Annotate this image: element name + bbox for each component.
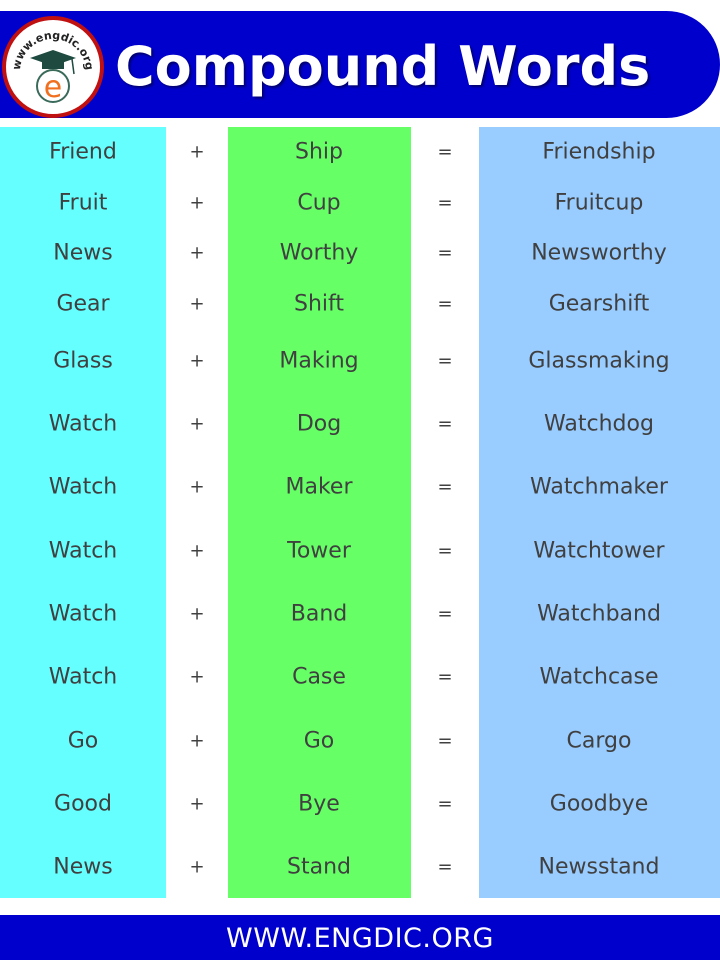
equals-sign: = (437, 413, 453, 435)
plus-sign: + (189, 350, 205, 372)
first-word: Watch (48, 664, 118, 690)
graduation-cap-icon: www.engdic.org e (10, 29, 96, 105)
plus-sign: + (189, 540, 205, 562)
first-word: Watch (48, 411, 118, 437)
logo-letter: e (44, 70, 62, 105)
equals-sign: = (437, 666, 453, 688)
compound-word: Fruitcup (554, 190, 644, 216)
first-word: News (53, 240, 113, 266)
first-word: Watch (48, 538, 118, 564)
title-banner: Compound Words (0, 11, 720, 118)
compound-word: Newsworthy (531, 240, 667, 266)
second-word: Shift (293, 291, 345, 317)
compound-word: Glassmaking (528, 348, 670, 374)
plus-sign: + (189, 730, 205, 752)
compound-word: Watchmaker (530, 474, 668, 500)
compound-word: Watchdog (544, 411, 654, 437)
first-word: Friend (49, 139, 117, 165)
equals-sign: = (437, 856, 453, 878)
second-word: Bye (298, 791, 340, 817)
compound-word: Watchtower (533, 538, 665, 564)
second-word: Case (292, 664, 346, 690)
equals-sign: = (437, 242, 453, 264)
compound-word: Watchband (537, 601, 661, 627)
equals-sign: = (437, 141, 453, 163)
first-word: Fruit (58, 190, 108, 216)
equals-sign: = (437, 350, 453, 372)
compound-word: Watchcase (539, 664, 659, 690)
second-word: Go (303, 728, 335, 754)
plus-sign: + (189, 856, 205, 878)
second-word: Making (279, 348, 359, 374)
equals-sign: = (437, 192, 453, 214)
second-word: Band (290, 601, 348, 627)
second-word: Ship (295, 139, 343, 165)
second-word: Maker (285, 474, 353, 500)
first-word: Good (54, 791, 112, 817)
first-word: Watch (48, 474, 118, 500)
second-word: Tower (287, 538, 351, 564)
plus-sign: + (189, 141, 205, 163)
plus-sign: + (189, 293, 205, 315)
second-word: Worthy (279, 240, 359, 266)
equals-sign: = (437, 793, 453, 815)
plus-sign: + (189, 603, 205, 625)
engdic-logo: www.engdic.org e (2, 16, 104, 118)
plus-sign: + (189, 793, 205, 815)
page-title: Compound Words (115, 35, 651, 98)
first-word: Gear (56, 291, 110, 317)
first-word: Go (67, 728, 99, 754)
equals-sign: = (437, 603, 453, 625)
equals-sign: = (437, 476, 453, 498)
compound-word: Friendship (542, 139, 656, 165)
plus-sign: + (189, 476, 205, 498)
plus-sign: + (189, 192, 205, 214)
second-word: Stand (287, 854, 351, 880)
equals-sign: = (437, 293, 453, 315)
second-word: Cup (297, 190, 341, 216)
plus-sign: + (189, 242, 205, 264)
compound-word: Gearshift (548, 291, 650, 317)
compound-word: Goodbye (549, 791, 649, 817)
plus-sign: + (189, 666, 205, 688)
plus-sign: + (189, 413, 205, 435)
first-word: Watch (48, 601, 118, 627)
compound-word: Cargo (566, 728, 632, 754)
first-word: Glass (53, 348, 113, 374)
compound-word: Newsstand (538, 854, 660, 880)
second-word: Dog (296, 411, 342, 437)
footer-banner: WWW.ENGDIC.ORG (0, 915, 720, 960)
equals-sign: = (437, 730, 453, 752)
equals-sign: = (437, 540, 453, 562)
footer-url: WWW.ENGDIC.ORG (226, 923, 494, 954)
first-word: News (53, 854, 113, 880)
